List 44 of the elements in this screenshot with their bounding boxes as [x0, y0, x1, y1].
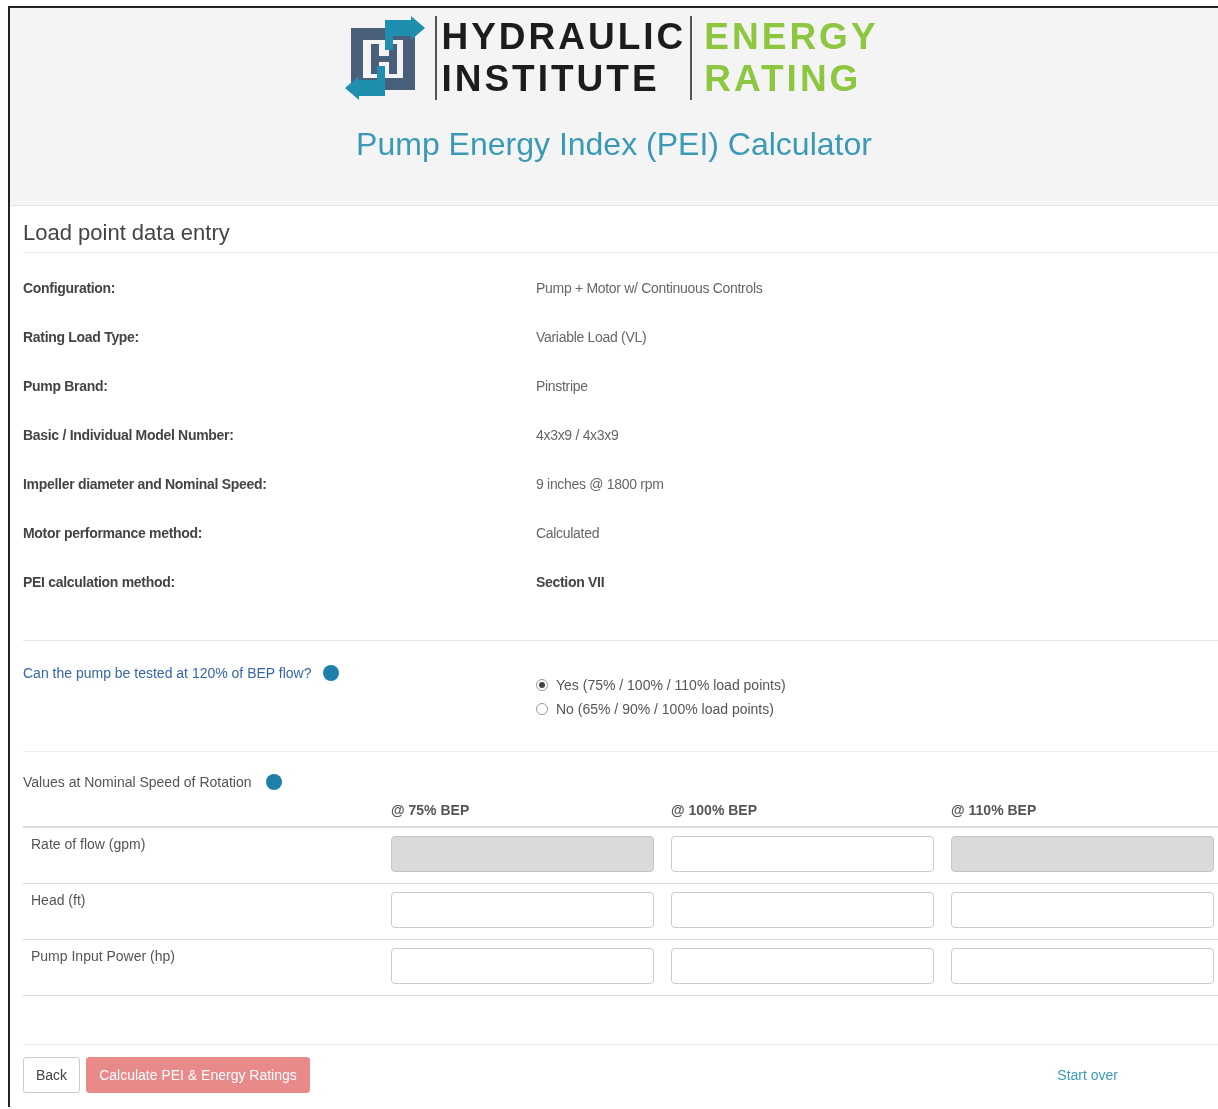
section-title: Load point data entry: [23, 220, 1218, 253]
calculate-button[interactable]: Calculate PEI & Energy Ratings: [86, 1057, 310, 1093]
logo-text: ENERGY: [704, 16, 879, 58]
input-field[interactable]: [671, 892, 934, 928]
field-label: Configuration:: [23, 279, 117, 296]
field-label: Impeller diameter and Nominal Speed:: [23, 475, 268, 492]
input-field[interactable]: [951, 948, 1214, 984]
back-button[interactable]: Back: [23, 1057, 81, 1093]
field-label: Basic / Individual Model Number:: [23, 426, 235, 443]
radio-button[interactable]: [536, 679, 548, 691]
field-value: 9 inches @ 1800 rpm: [536, 475, 664, 492]
field-label: Motor performance method:: [23, 524, 204, 541]
row-label: Pump Input Power (hp): [30, 948, 176, 964]
column-header: @ 110% BEP: [951, 802, 1038, 818]
input-field[interactable]: [951, 892, 1214, 928]
input-field[interactable]: [671, 948, 934, 984]
row-label: Head (ft): [30, 892, 87, 908]
start-over-link[interactable]: Start over: [1057, 1067, 1118, 1083]
field-value: Calculated: [536, 524, 600, 541]
row-label: Rate of flow (gpm): [30, 836, 147, 852]
column-header: @ 75% BEP: [391, 802, 471, 818]
field-value: Section VII: [536, 573, 605, 590]
input-field[interactable]: [391, 948, 654, 984]
help-icon[interactable]: [265, 774, 282, 790]
section-label: Values at Nominal Speed of Rotation: [23, 774, 252, 790]
question-label: Can the pump be tested at 120% of BEP flow?: [23, 665, 312, 681]
radio-label: No (65% / 90% / 100% load points): [556, 701, 774, 717]
field-value: Pinstripe: [536, 377, 588, 394]
field-label: Rating Load Type:: [23, 328, 140, 345]
field-label: Pump Brand:: [23, 377, 109, 394]
logo-text: INSTITUTE: [441, 58, 661, 100]
column-header: @ 100% BEP: [671, 802, 759, 818]
field-value: 4x3x9 / 4x3x9: [536, 426, 619, 443]
logo-text: HYDRAULIC: [441, 16, 687, 58]
field-label: PEI calculation method:: [23, 573, 176, 590]
radio-label: Yes (75% / 100% / 110% load points): [556, 677, 786, 693]
page-title: Pump Energy Index (PEI) Calculator: [356, 126, 872, 163]
radio-button[interactable]: [536, 703, 548, 715]
help-icon[interactable]: [323, 665, 340, 681]
input-field[interactable]: [391, 892, 654, 928]
field-value: Variable Load (VL): [536, 328, 647, 345]
field-value: Pump + Motor w/ Continuous Controls: [536, 279, 763, 296]
input-field[interactable]: [671, 836, 934, 872]
logo-text: RATING: [704, 58, 863, 100]
